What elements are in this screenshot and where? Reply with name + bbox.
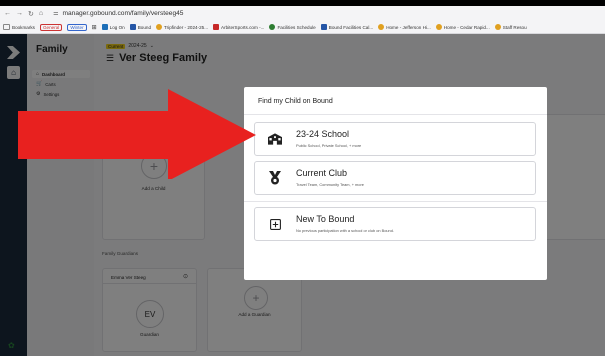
bookmark-bound-facilities[interactable]: Bound Facilities Cal... bbox=[320, 24, 373, 30]
option-name: 23-24 School bbox=[296, 129, 350, 139]
bookmark-favicon bbox=[156, 24, 163, 30]
divider bbox=[244, 201, 547, 202]
browser-window: ← → ↻ ⌂ ⚌ manager.gobound.com/family/ver… bbox=[0, 6, 605, 356]
divider bbox=[244, 114, 547, 115]
bookmark-favicon bbox=[129, 24, 136, 30]
forward-arrow-icon[interactable]: → bbox=[16, 10, 23, 18]
bookmarks-bar: Bookmarks General Winter ⊞ Log On Bound … bbox=[0, 21, 605, 34]
url-bar: ← → ↻ ⌂ ⚌ manager.gobound.com/family/ver… bbox=[0, 6, 605, 21]
bookmark-jefferson[interactable]: Home - Jefferson Hi... bbox=[378, 24, 431, 30]
nav-buttons: ← → ↻ ⌂ bbox=[4, 10, 43, 18]
bookmark-facilities-schedule[interactable]: Facilities Schedule bbox=[269, 24, 316, 30]
bookmark-favicon bbox=[320, 24, 327, 30]
bookmark-favicon bbox=[435, 24, 442, 30]
bookmark-favicon bbox=[269, 24, 276, 30]
bookmark-favicon bbox=[494, 24, 501, 30]
tab-group-general[interactable]: General bbox=[39, 23, 63, 31]
option-club[interactable]: Current Club Travel Team, Community Team… bbox=[254, 161, 536, 195]
folder-icon bbox=[3, 24, 10, 30]
reload-icon[interactable]: ↻ bbox=[28, 10, 34, 18]
option-new-to-bound[interactable]: New To Bound No previous participation w… bbox=[254, 207, 536, 241]
medal-icon bbox=[268, 171, 282, 185]
back-arrow-icon[interactable]: ← bbox=[4, 10, 11, 18]
tab-group-winter[interactable]: Winter bbox=[67, 23, 87, 31]
modal-title: Find my Child on Bound bbox=[258, 98, 333, 105]
bookmark-arbitersports[interactable]: ArbiterSports.com -... bbox=[213, 24, 264, 30]
bookmark-favicon bbox=[101, 24, 108, 30]
school-building-icon bbox=[268, 132, 282, 146]
bookmark-favicon bbox=[378, 24, 385, 30]
option-name: Current Club bbox=[296, 168, 348, 178]
address-field[interactable]: ⚌ manager.gobound.com/family/versteeg45 bbox=[53, 10, 183, 17]
bookmark-bound[interactable]: Bound bbox=[129, 24, 151, 30]
option-school[interactable]: 23-24 School Public School, Private Scho… bbox=[254, 122, 536, 156]
find-child-modal: Find my Child on Bound 23-24 School Publ… bbox=[244, 87, 547, 280]
bookmark-folder[interactable]: Bookmarks bbox=[3, 24, 35, 30]
site-settings-icon[interactable]: ⚌ bbox=[53, 10, 58, 17]
bookmark-favicon bbox=[213, 24, 220, 30]
bookmark-cedar-rapids[interactable]: Home - Cedar Rapid... bbox=[435, 24, 490, 30]
page: ⌂ ✿ Family ⌂ Dashboard 🛒 Carts ⚙ Setting… bbox=[0, 34, 605, 356]
url-path: /family/versteeg45 bbox=[129, 10, 184, 17]
home-icon[interactable]: ⌂ bbox=[39, 10, 43, 18]
option-subtitle: Public School, Private School, + more bbox=[296, 143, 362, 148]
annotation-arrow-icon bbox=[18, 89, 256, 179]
bookmark-tripfinder[interactable]: Tripfinder - 2024-25... bbox=[156, 24, 208, 30]
option-name: New To Bound bbox=[296, 214, 355, 224]
url-host: manager.gobound.com bbox=[62, 10, 130, 17]
option-subtitle: Travel Team, Community Team, + more bbox=[296, 182, 364, 187]
option-subtitle: No previous participation with a school … bbox=[296, 228, 394, 233]
plus-square-icon bbox=[268, 217, 282, 231]
bookmark-log-on[interactable]: Log On bbox=[101, 24, 125, 30]
bookmark-staff-resources[interactable]: Staff Resou bbox=[494, 24, 527, 30]
apps-icon[interactable]: ⊞ bbox=[92, 24, 97, 31]
